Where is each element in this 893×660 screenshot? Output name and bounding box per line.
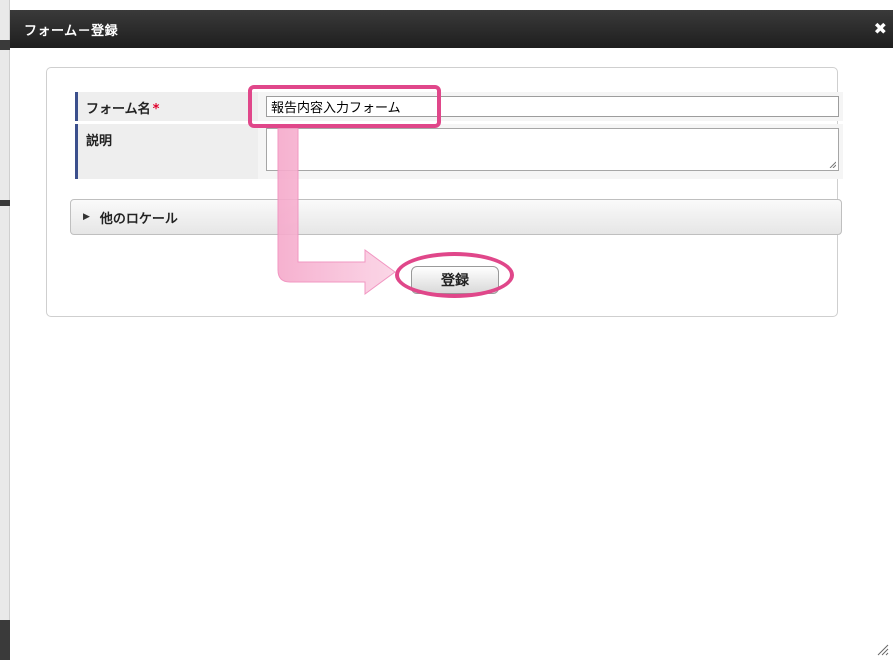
highlight-form-name — [248, 85, 441, 128]
highlight-register-button — [395, 252, 514, 298]
annotation-arrow — [277, 127, 396, 295]
